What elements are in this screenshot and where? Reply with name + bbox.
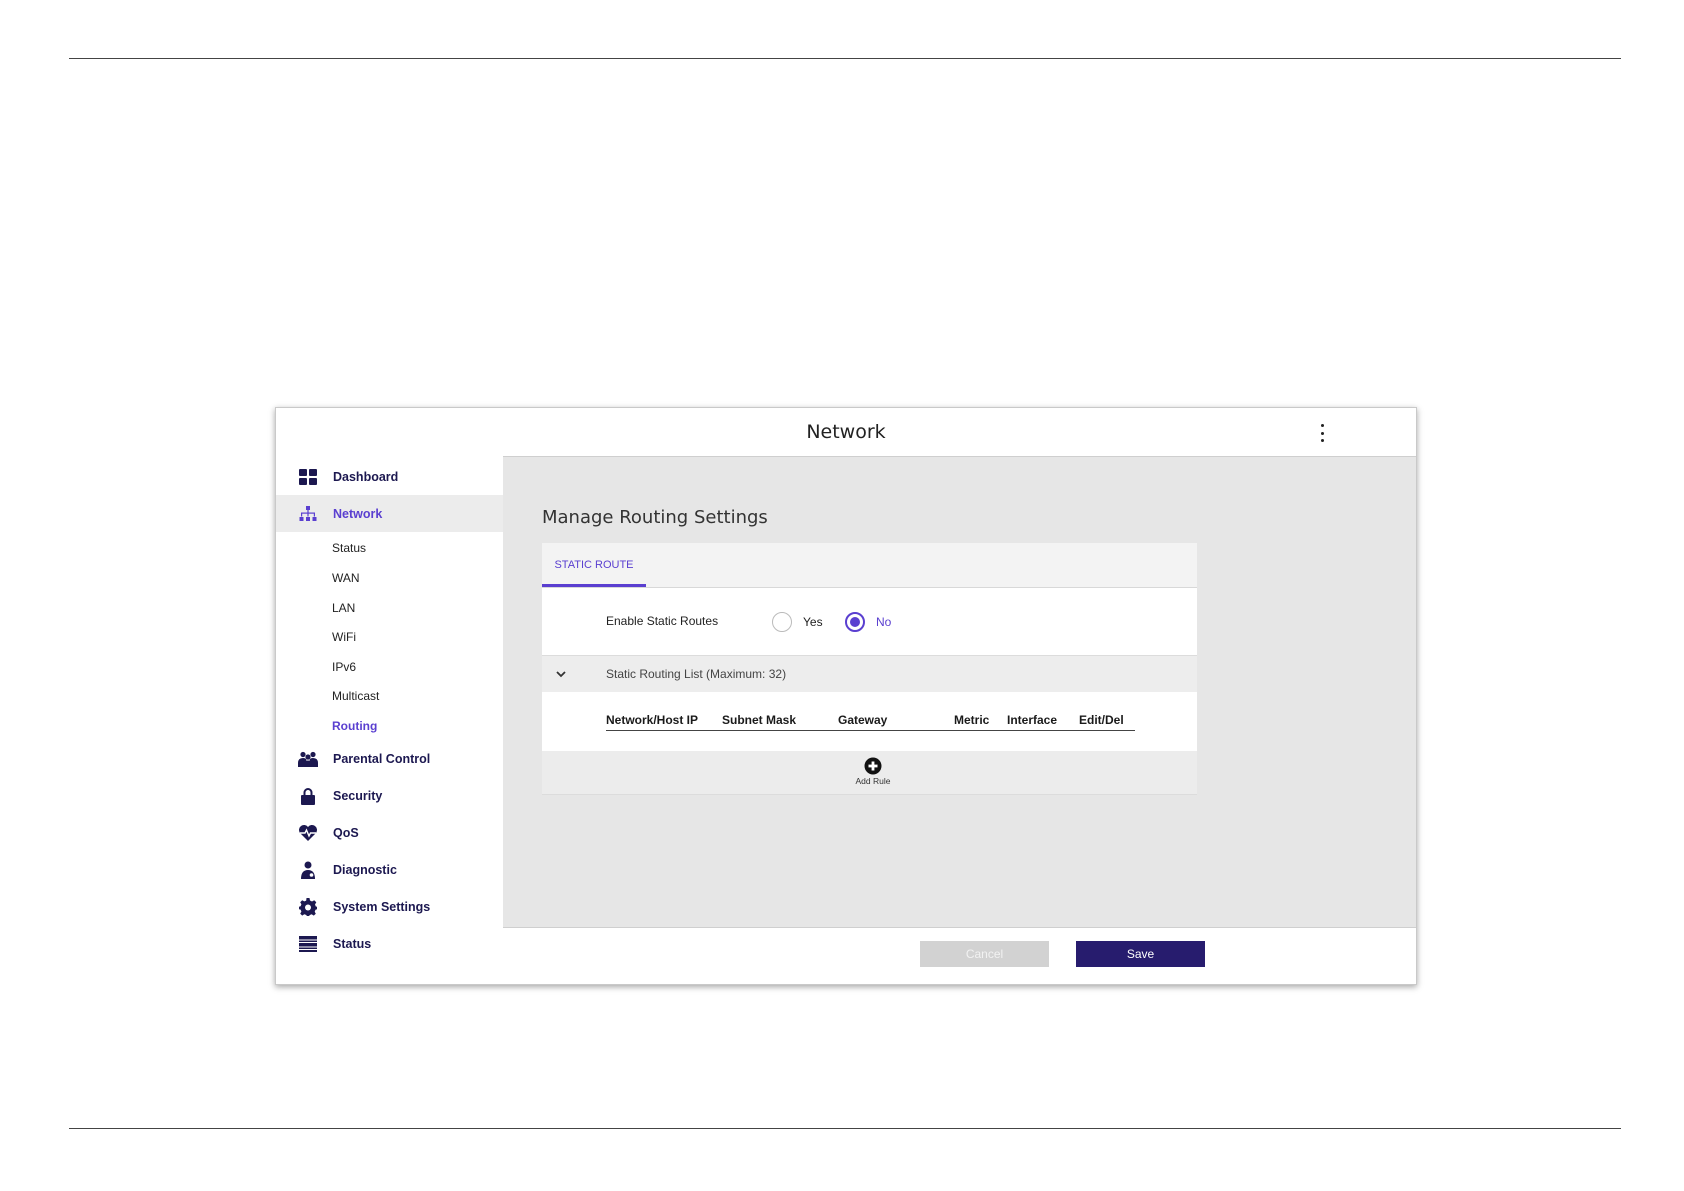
radio-no[interactable] <box>845 612 865 632</box>
qos-heartbeat-icon <box>298 823 318 843</box>
gear-icon <box>298 897 318 917</box>
action-footer: Cancel Save <box>503 927 1416 984</box>
save-button[interactable]: Save <box>1076 941 1205 967</box>
parental-control-icon <box>298 749 318 769</box>
diagnostic-icon <box>298 860 318 880</box>
column-header: Gateway <box>838 713 888 727</box>
radio-yes[interactable] <box>772 612 792 632</box>
sidebar-item-label: System Settings <box>333 899 431 914</box>
sub-item-wan[interactable]: WAN <box>332 567 360 589</box>
sidebar-item-label: Dashboard <box>333 469 399 484</box>
bottom-rule <box>69 1128 1621 1129</box>
table-header-divider <box>606 730 1135 731</box>
sidebar-item-label: Status <box>333 936 372 951</box>
network-icon <box>298 504 318 524</box>
sidebar-item-label: Parental Control <box>333 751 431 766</box>
main-content: Manage Routing Settings STATIC ROUTE Ena… <box>503 456 1416 927</box>
sidebar-item-label: QoS <box>333 825 359 840</box>
sub-item-multicast[interactable]: Multicast <box>332 685 379 707</box>
page-title: Manage Routing Settings <box>542 507 768 528</box>
routing-table: Network/Host IP Subnet Mask Gateway Metr… <box>542 692 1197 751</box>
column-header: Network/Host IP <box>606 713 699 727</box>
radio-yes-label: Yes <box>803 615 823 629</box>
column-header: Metric <box>954 713 990 727</box>
sidebar-item-network[interactable]: Network <box>276 495 504 532</box>
dashboard-icon <box>298 467 318 487</box>
more-options-icon[interactable] <box>1316 424 1328 442</box>
sidebar: Dashboard Network Status WAN LAN WiFi IP… <box>276 456 504 984</box>
router-window: Network Dashboard Network Status WAN LAN… <box>275 407 1417 985</box>
sub-item-status[interactable]: Status <box>332 537 366 559</box>
tab-bar: STATIC ROUTE <box>542 543 1197 588</box>
sidebar-item-label: Diagnostic <box>333 862 397 877</box>
radio-no-label: No <box>876 615 892 629</box>
sub-item-wifi[interactable]: WiFi <box>332 626 356 648</box>
top-rule <box>69 58 1621 59</box>
sidebar-item-diagnostic[interactable]: Diagnostic <box>276 851 504 888</box>
window-title: Network <box>806 421 886 443</box>
column-header: Edit/Del <box>1079 713 1124 727</box>
enable-static-routes-label: Enable Static Routes <box>606 614 719 628</box>
sidebar-item-qos[interactable]: QoS <box>276 814 504 851</box>
lock-icon <box>298 786 318 806</box>
sidebar-item-label: Security <box>333 788 383 803</box>
tab-static-route[interactable]: STATIC ROUTE <box>542 543 646 587</box>
static-routing-list-header[interactable]: Static Routing List (Maximum: 32) <box>542 655 1197 693</box>
add-rule-button[interactable]: Add Rule <box>848 757 898 793</box>
sidebar-item-system-settings[interactable]: System Settings <box>276 888 504 925</box>
sidebar-item-label: Network <box>333 506 383 521</box>
static-route-card: STATIC ROUTE Enable Static Routes Yes No… <box>542 543 1197 797</box>
sidebar-item-parental-control[interactable]: Parental Control <box>276 740 504 777</box>
column-header: Interface <box>1007 713 1058 727</box>
static-routing-list-title: Static Routing List (Maximum: 32) <box>606 667 787 681</box>
add-rule-label: Add Rule <box>855 776 891 786</box>
sidebar-item-status[interactable]: Status <box>276 925 504 962</box>
enable-static-routes-row: Enable Static Routes Yes No <box>542 588 1197 655</box>
sub-item-routing[interactable]: Routing <box>332 715 377 737</box>
plus-circle-icon <box>864 757 882 775</box>
add-rule-row: Add Rule <box>542 751 1197 795</box>
cancel-button[interactable]: Cancel <box>920 941 1049 967</box>
sidebar-item-dashboard[interactable]: Dashboard <box>276 458 504 495</box>
sidebar-item-security[interactable]: Security <box>276 777 504 814</box>
sub-item-lan[interactable]: LAN <box>332 597 355 619</box>
sub-item-ipv6[interactable]: IPv6 <box>332 656 356 678</box>
chevron-down-icon <box>556 671 566 678</box>
column-header: Subnet Mask <box>722 713 797 727</box>
status-icon <box>298 934 318 954</box>
